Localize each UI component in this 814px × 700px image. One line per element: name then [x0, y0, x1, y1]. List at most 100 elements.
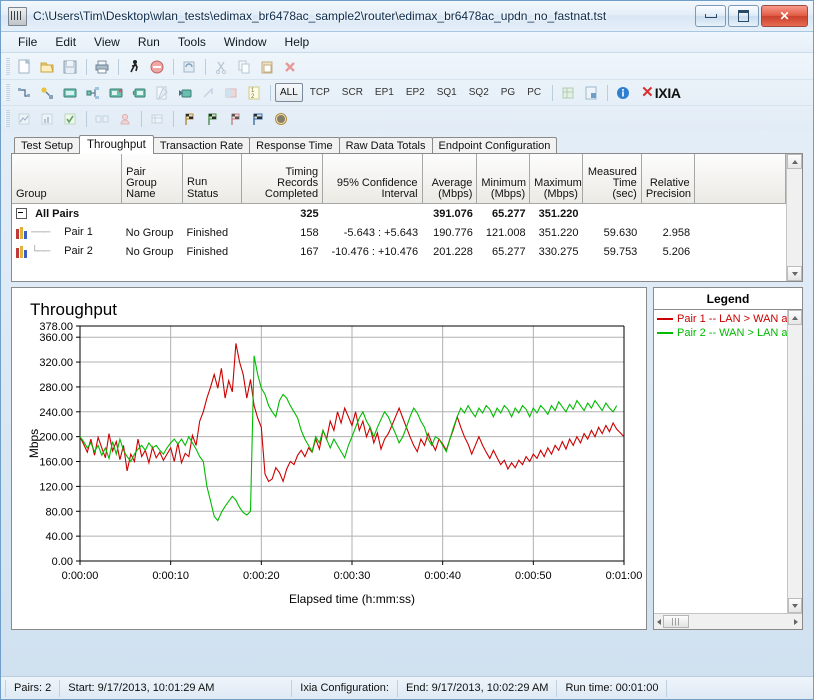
- endpoint-icon[interactable]: [59, 82, 81, 103]
- menu-file[interactable]: File: [9, 33, 46, 51]
- filter-sq2-button[interactable]: SQ2: [464, 83, 494, 102]
- col-relative-precision[interactable]: Relative Precision: [641, 154, 695, 204]
- triangle-right-icon[interactable]: [794, 618, 798, 625]
- copy-pair-icon[interactable]: [197, 82, 219, 103]
- new-icon[interactable]: [13, 56, 35, 77]
- legend-scroll-up-button[interactable]: [788, 310, 802, 325]
- raw-data-flag-icon[interactable]: [247, 108, 269, 129]
- tab-raw-data-totals[interactable]: Raw Data Totals: [338, 137, 433, 153]
- col-measured-time[interactable]: Measured Time (sec): [582, 154, 642, 204]
- legend-vertical-scrollbar[interactable]: [787, 310, 802, 613]
- save-icon[interactable]: [59, 56, 81, 77]
- cut-icon[interactable]: [210, 56, 232, 77]
- chart-check-icon[interactable]: [59, 108, 81, 129]
- tab-endpoint-configuration[interactable]: Endpoint Configuration: [431, 137, 558, 153]
- chart-bar-icon[interactable]: [36, 108, 58, 129]
- menu-help[interactable]: Help: [276, 33, 319, 51]
- toolbar-grip[interactable]: [5, 110, 10, 127]
- table-row[interactable]: └── Pair 2 No Group Finished 167 -10.476…: [12, 242, 786, 261]
- stop-icon[interactable]: [146, 56, 168, 77]
- filter-scr-button[interactable]: SCR: [337, 83, 368, 102]
- svg-text:0:00:40: 0:00:40: [424, 570, 461, 582]
- toolbar-grip[interactable]: [5, 58, 10, 75]
- menu-window[interactable]: Window: [215, 33, 276, 51]
- pair-icon[interactable]: [13, 82, 35, 103]
- menu-view[interactable]: View: [85, 33, 129, 51]
- info-icon[interactable]: [612, 82, 634, 103]
- network-icon[interactable]: [82, 82, 104, 103]
- scroll-up-button[interactable]: [787, 154, 802, 169]
- config-endpoint-icon[interactable]: [174, 82, 196, 103]
- tab-throughput[interactable]: Throughput: [78, 135, 154, 154]
- open-folder-icon[interactable]: [36, 56, 58, 77]
- scroll-down-button[interactable]: [787, 266, 802, 281]
- report-icon[interactable]: [580, 82, 602, 103]
- multicast-pair-icon[interactable]: [36, 82, 58, 103]
- triangle-left-icon[interactable]: [657, 618, 661, 625]
- paste-icon[interactable]: [256, 56, 278, 77]
- close-button[interactable]: ✕: [761, 5, 808, 27]
- refresh-icon[interactable]: [178, 56, 200, 77]
- filter-all-button[interactable]: ALL: [275, 83, 303, 102]
- collapse-icon[interactable]: [16, 208, 27, 220]
- maximize-icon: [738, 10, 749, 22]
- legend-items: Pair 1 -- LAN > WAN ac Pair 2 -- WAN > L…: [654, 310, 787, 613]
- tab-response-time[interactable]: Response Time: [249, 137, 340, 153]
- edit-script-icon[interactable]: [151, 82, 173, 103]
- filter-ep2-button[interactable]: EP2: [401, 83, 430, 102]
- minimize-button[interactable]: [695, 5, 726, 27]
- col-blank[interactable]: [694, 154, 786, 204]
- table-vertical-scrollbar[interactable]: [786, 154, 802, 281]
- tab-transaction-rate[interactable]: Transaction Rate: [152, 137, 251, 153]
- col-pair-group-name[interactable]: Pair Group Name: [121, 154, 184, 204]
- triangle-down-icon: [791, 271, 798, 276]
- video-pair-icon[interactable]: [128, 82, 150, 103]
- menu-tools[interactable]: Tools: [169, 33, 215, 51]
- legend-scroll-down-button[interactable]: [788, 598, 802, 613]
- col-timing-records-completed[interactable]: Timing Records Completed: [241, 154, 324, 204]
- print-icon[interactable]: [91, 56, 113, 77]
- filter-tcp-button[interactable]: TCP: [305, 83, 335, 102]
- legend-item[interactable]: Pair 2 -- WAN > LAN ac: [657, 326, 787, 340]
- table-icon[interactable]: [146, 108, 168, 129]
- col-confidence-interval[interactable]: 95% Confidence Interval: [322, 154, 423, 204]
- legend-horizontal-scrollbar[interactable]: |||: [654, 613, 802, 629]
- swap-icon[interactable]: [220, 82, 242, 103]
- endpoint-pair-icon[interactable]: [105, 82, 127, 103]
- response-flag-icon[interactable]: [224, 108, 246, 129]
- menu-run[interactable]: Run: [129, 33, 169, 51]
- col-average-mbps[interactable]: Average (Mbps): [422, 154, 478, 204]
- col-run-status[interactable]: Run Status: [182, 154, 242, 204]
- throughput-flag-icon[interactable]: [178, 108, 200, 129]
- minimize-icon: [704, 14, 717, 18]
- filter-pc-button[interactable]: PC: [522, 83, 546, 102]
- svg-text:0:00:50: 0:00:50: [515, 570, 552, 582]
- toolbar-grip[interactable]: [5, 84, 10, 101]
- col-group[interactable]: Group: [12, 154, 123, 204]
- order-icon[interactable]: 12: [243, 82, 265, 103]
- menu-edit[interactable]: Edit: [46, 33, 85, 51]
- legend-scroll-thumb[interactable]: |||: [663, 615, 689, 628]
- grid-view-icon[interactable]: [557, 82, 579, 103]
- compare-icon[interactable]: [91, 108, 113, 129]
- run-icon[interactable]: [123, 56, 145, 77]
- svg-text:0.00: 0.00: [52, 556, 73, 568]
- copy-icon[interactable]: [233, 56, 255, 77]
- legend-item[interactable]: Pair 1 -- LAN > WAN ac: [657, 312, 787, 326]
- group-icon[interactable]: [114, 108, 136, 129]
- maximize-button[interactable]: [728, 5, 759, 27]
- col-minimum-mbps[interactable]: Minimum (Mbps): [476, 154, 531, 204]
- main-window: C:\Users\Tim\Desktop\wlan_tests\edimax_b…: [0, 0, 814, 700]
- table-row[interactable]: ─── Pair 1 No Group Finished 158 -5.643 …: [12, 223, 786, 242]
- filter-pg-button[interactable]: PG: [496, 83, 520, 102]
- tab-test-setup[interactable]: Test Setup: [14, 137, 80, 153]
- delete-icon[interactable]: [279, 56, 301, 77]
- endpoint-config-flag-icon[interactable]: [270, 108, 292, 129]
- chart-line-icon[interactable]: [13, 108, 35, 129]
- table-row[interactable]: All Pairs 325 391.076 65.277 351.220: [12, 204, 786, 224]
- filter-sq1-button[interactable]: SQ1: [432, 83, 462, 102]
- transaction-flag-icon[interactable]: [201, 108, 223, 129]
- filter-ep1-button[interactable]: EP1: [370, 83, 399, 102]
- throughput-chart[interactable]: Throughput 0.00 40.00 80.00 120.00 160.00 200…: [11, 287, 647, 630]
- col-maximum-mbps[interactable]: Maximum (Mbps): [529, 154, 583, 204]
